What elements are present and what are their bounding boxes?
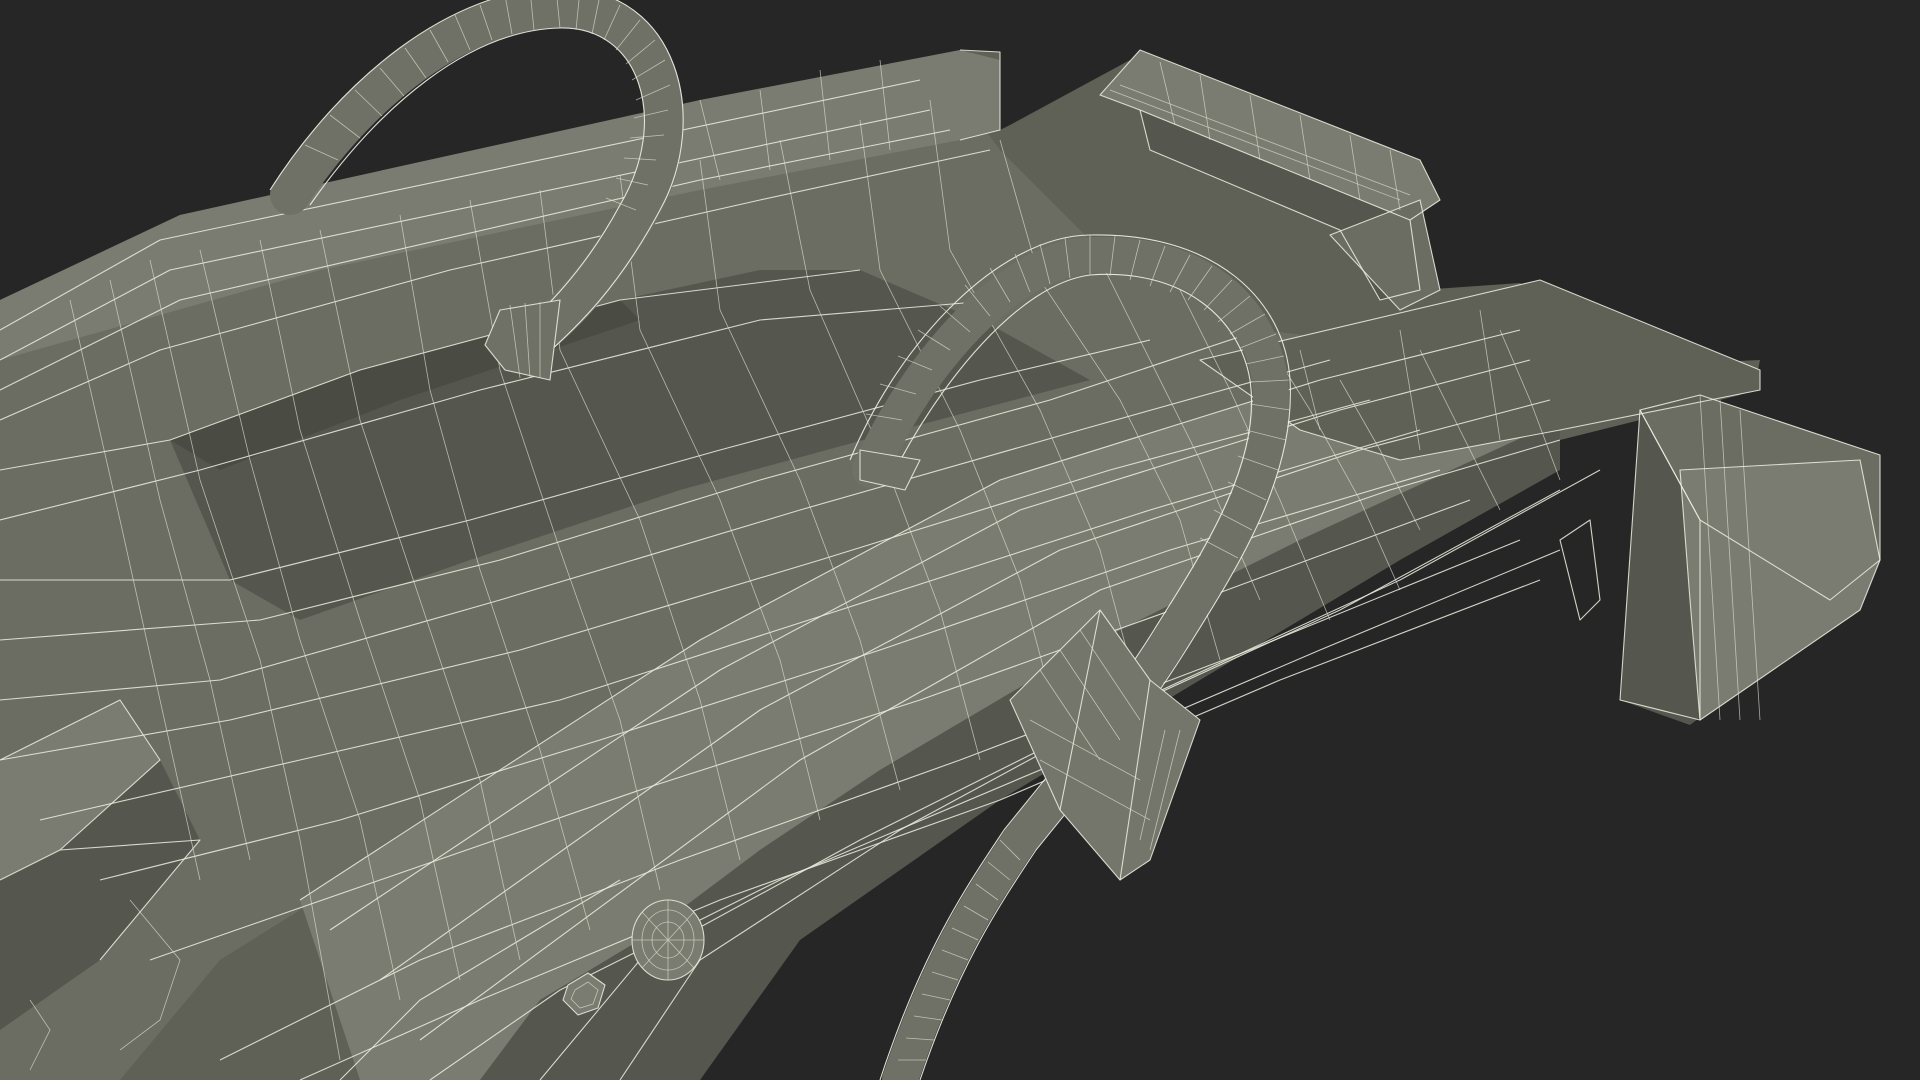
side-knob xyxy=(631,899,705,981)
wireframe-model-render xyxy=(0,0,1920,1080)
render-viewport xyxy=(0,0,1920,1080)
